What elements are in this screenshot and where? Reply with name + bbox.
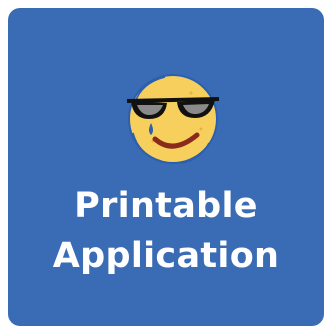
cool-sunglasses-face-icon bbox=[126, 74, 220, 164]
tile-title-line1: Printable bbox=[74, 186, 258, 226]
printable-application-tile[interactable]: Printable Application bbox=[8, 8, 324, 326]
tile-title-line2: Application bbox=[52, 236, 280, 276]
